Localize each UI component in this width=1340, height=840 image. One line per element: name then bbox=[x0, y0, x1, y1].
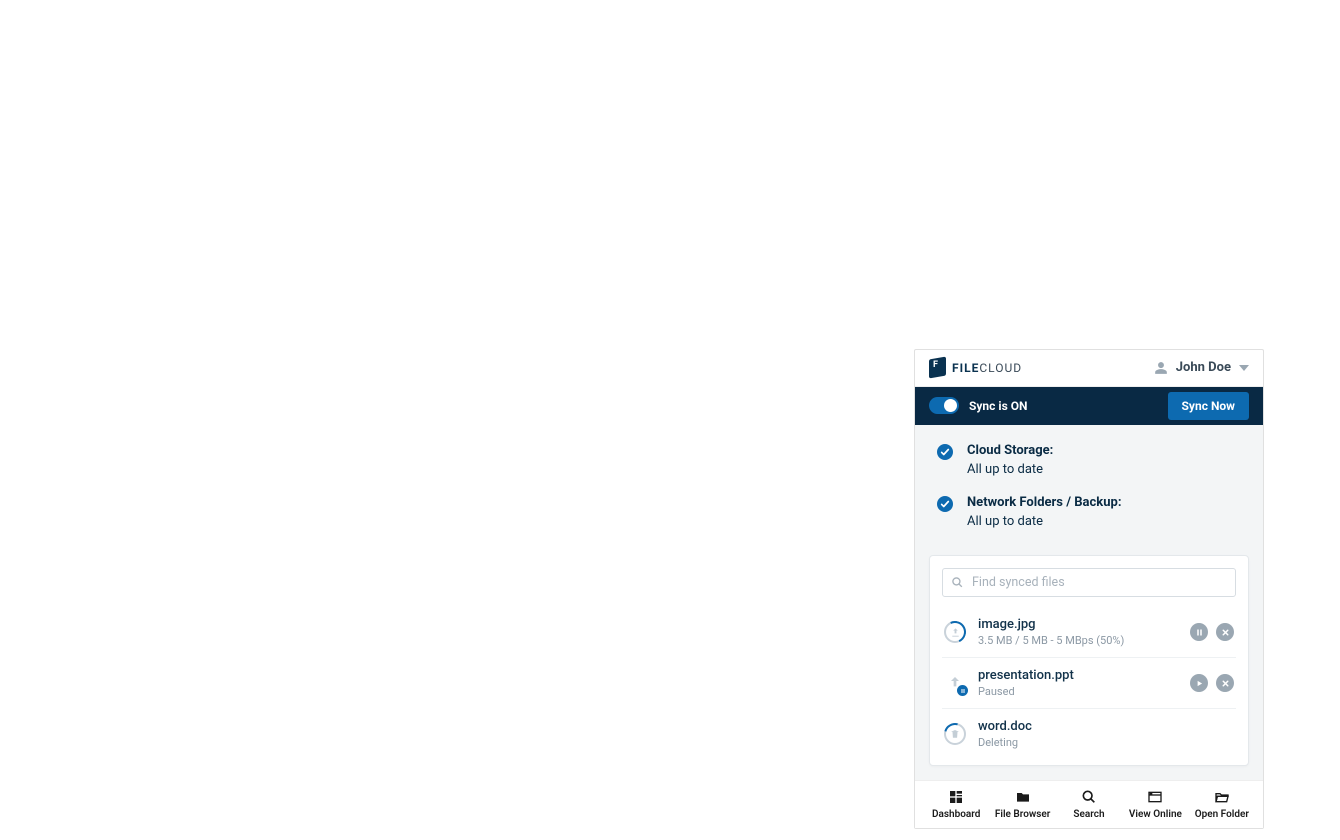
nav-view-online[interactable]: View Online bbox=[1122, 789, 1188, 820]
nav-label: File Browser bbox=[995, 809, 1051, 820]
resume-button[interactable] bbox=[1190, 674, 1208, 692]
nav-open-folder[interactable]: Open Folder bbox=[1189, 789, 1255, 820]
cancel-button[interactable] bbox=[1216, 623, 1234, 641]
file-list-container: image.jpg 3.5 MB / 5 MB - 5 MBps (50%) bbox=[915, 555, 1263, 780]
brand-name-light: CLOUD bbox=[979, 361, 1022, 375]
status-title: Cloud Storage: bbox=[967, 443, 1053, 458]
user-menu[interactable]: John Doe bbox=[1154, 360, 1249, 375]
pause-button[interactable] bbox=[1190, 623, 1208, 641]
brand-icon bbox=[929, 358, 946, 377]
file-name: word.doc bbox=[978, 719, 1222, 734]
user-icon bbox=[1154, 361, 1168, 375]
file-row: image.jpg 3.5 MB / 5 MB - 5 MBps (50%) bbox=[942, 607, 1236, 658]
check-icon bbox=[937, 444, 953, 460]
nav-label: View Online bbox=[1129, 809, 1182, 820]
nav-label: Open Folder bbox=[1195, 809, 1249, 820]
file-row: word.doc Deleting bbox=[942, 709, 1236, 759]
brand-text: FILECLOUD bbox=[952, 361, 1022, 375]
sync-toggle[interactable] bbox=[929, 397, 959, 414]
filecloud-panel: FILECLOUD John Doe Sync is ON Sync Now bbox=[914, 349, 1264, 829]
status-section: Cloud Storage: All up to date Network Fo… bbox=[915, 425, 1263, 555]
user-name: John Doe bbox=[1176, 360, 1231, 375]
sync-now-button[interactable]: Sync Now bbox=[1168, 392, 1249, 420]
header: FILECLOUD John Doe bbox=[915, 350, 1263, 387]
status-row-network: Network Folders / Backup: All up to date bbox=[937, 495, 1241, 529]
file-name: presentation.ppt bbox=[978, 668, 1178, 683]
file-name: image.jpg bbox=[978, 617, 1178, 632]
brand-name-bold: FILE bbox=[952, 361, 979, 375]
status-row-cloud: Cloud Storage: All up to date bbox=[937, 443, 1241, 477]
status-subtitle: All up to date bbox=[967, 462, 1053, 477]
check-icon bbox=[937, 496, 953, 512]
nav-file-browser[interactable]: File Browser bbox=[989, 789, 1055, 820]
file-row: presentation.ppt Paused bbox=[942, 658, 1236, 709]
nav-dashboard[interactable]: Dashboard bbox=[923, 789, 989, 820]
search-input-wrap[interactable] bbox=[942, 568, 1236, 597]
sync-bar: Sync is ON Sync Now bbox=[915, 387, 1263, 425]
cancel-button[interactable] bbox=[1216, 674, 1234, 692]
file-list-card: image.jpg 3.5 MB / 5 MB - 5 MBps (50%) bbox=[929, 555, 1249, 766]
sync-status-label: Sync is ON bbox=[969, 399, 1027, 413]
upload-progress-icon bbox=[944, 621, 966, 643]
chevron-down-icon bbox=[1239, 365, 1249, 371]
sync-status: Sync is ON bbox=[929, 397, 1027, 414]
file-meta: Deleting bbox=[978, 736, 1222, 749]
search-input[interactable] bbox=[972, 575, 1227, 590]
delete-progress-icon bbox=[944, 723, 966, 745]
bottom-nav: Dashboard File Browser Search View Onlin… bbox=[915, 780, 1263, 828]
pause-badge-icon bbox=[957, 685, 968, 696]
upload-paused-icon bbox=[944, 672, 966, 694]
status-title: Network Folders / Backup: bbox=[967, 495, 1121, 510]
nav-search[interactable]: Search bbox=[1056, 789, 1122, 820]
nav-label: Dashboard bbox=[932, 809, 980, 820]
brand: FILECLOUD bbox=[929, 358, 1022, 377]
toggle-knob bbox=[944, 399, 957, 412]
file-meta: Paused bbox=[978, 685, 1178, 698]
status-subtitle: All up to date bbox=[967, 514, 1121, 529]
nav-label: Search bbox=[1073, 809, 1104, 820]
file-meta: 3.5 MB / 5 MB - 5 MBps (50%) bbox=[978, 634, 1178, 647]
